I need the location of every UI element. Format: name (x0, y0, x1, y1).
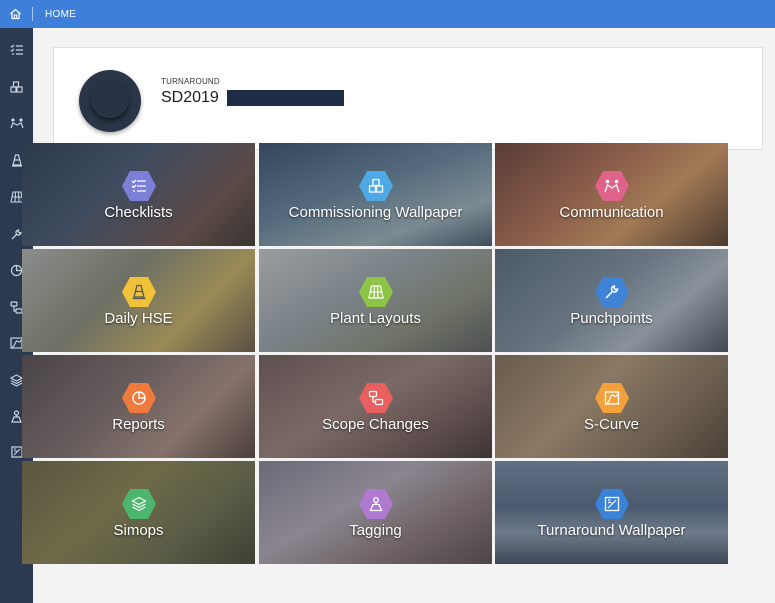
sidebar-item-communication[interactable] (0, 109, 33, 137)
breadcrumb-home[interactable]: HOME (45, 9, 76, 20)
home-button[interactable] (0, 0, 30, 28)
plant-layout-icon (358, 276, 394, 308)
page-title: SD2019 (161, 89, 219, 106)
wallpaper-icon (594, 488, 630, 520)
tile-label: Commissioning Wallpaper (288, 204, 463, 221)
redaction-bar (226, 90, 344, 106)
checklist-icon (121, 170, 157, 202)
wrench-icon (594, 276, 630, 308)
turnaround-header-card: TURNAROUND SD2019 (53, 47, 763, 150)
hse-cone-icon (121, 276, 157, 308)
s-curve-icon (594, 382, 630, 414)
communication-icon (9, 118, 24, 129)
tile-punchpoints[interactable]: Punchpoints (495, 249, 728, 352)
sidebar-item-commissioning[interactable] (0, 73, 33, 101)
wallpaper-icon (10, 446, 23, 458)
tile-turnaround-wallpaper[interactable]: Turnaround Wallpaper (495, 461, 728, 564)
checklist-icon (10, 44, 23, 55)
tile-checklists[interactable]: Checklists (22, 143, 255, 246)
top-bar: HOME (0, 0, 775, 28)
tile-label: Scope Changes (322, 416, 429, 433)
pie-chart-icon (121, 382, 157, 414)
tile-reports[interactable]: Reports (22, 355, 255, 458)
tile-label: Simops (113, 522, 164, 539)
tile-tagging[interactable]: Tagging (259, 461, 492, 564)
avatar (79, 70, 141, 132)
tile-daily-hse[interactable]: Daily HSE (22, 249, 255, 352)
commissioning-icon (10, 80, 23, 93)
tile-label: Communication (559, 204, 664, 221)
communication-icon (594, 170, 630, 202)
tile-label: Reports (112, 416, 165, 433)
commissioning-icon (358, 170, 394, 202)
tile-commissioning-wallpaper[interactable]: Commissioning Wallpaper (259, 143, 492, 246)
layers-icon (121, 488, 157, 520)
turnaround-label: TURNAROUND (161, 77, 220, 86)
hse-cone-icon (11, 153, 22, 167)
tile-label: Plant Layouts (330, 310, 421, 327)
tile-simops[interactable]: Simops (22, 461, 255, 564)
tile-label: S-Curve (583, 416, 639, 433)
tile-plant-layouts[interactable]: Plant Layouts (259, 249, 492, 352)
tile-label: Daily HSE (104, 310, 173, 327)
tile-label: Tagging (349, 522, 402, 539)
tile-label: Checklists (104, 204, 173, 221)
tile-communication[interactable]: Communication (495, 143, 728, 246)
tagging-icon (358, 488, 394, 520)
tile-s-curve[interactable]: S-Curve (495, 355, 728, 458)
tile-label: Punchpoints (570, 310, 653, 327)
topbar-divider (32, 7, 33, 21)
home-icon (9, 8, 21, 20)
tile-scope-changes[interactable]: Scope Changes (259, 355, 492, 458)
sidebar-item-checklists[interactable] (0, 36, 33, 64)
tile-label: Turnaround Wallpaper (537, 522, 686, 539)
scope-changes-icon (358, 382, 394, 414)
